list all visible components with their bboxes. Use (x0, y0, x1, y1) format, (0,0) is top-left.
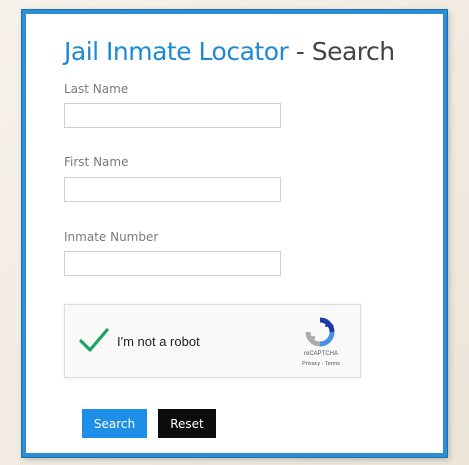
inmate-number-label: Inmate Number (64, 230, 159, 244)
last-name-input[interactable] (64, 103, 281, 128)
checkmark-icon[interactable] (79, 327, 109, 353)
recaptcha-links[interactable]: Privacy - Terms (291, 361, 351, 367)
page-title-sub: Search (311, 37, 395, 66)
recaptcha-brand: reCAPTCHA (303, 351, 338, 357)
page-title-separator: - (288, 37, 312, 66)
search-panel: Jail Inmate Locator - Search Last Name F… (22, 10, 447, 457)
search-button[interactable]: Search (82, 409, 147, 438)
page-title-main: Jail Inmate Locator (64, 37, 289, 66)
recaptcha-widget: I'm not a robot reCAPTCHA Privacy - Term… (64, 304, 361, 378)
inmate-number-input[interactable] (64, 251, 281, 276)
first-name-input[interactable] (64, 177, 281, 202)
recaptcha-logo-icon (305, 317, 335, 347)
recaptcha-label: I'm not a robot (117, 334, 200, 349)
reset-button[interactable]: Reset (158, 409, 216, 438)
first-name-label: First Name (64, 155, 129, 169)
last-name-label: Last Name (64, 82, 129, 96)
page-title: Jail Inmate Locator - Search (64, 36, 395, 68)
